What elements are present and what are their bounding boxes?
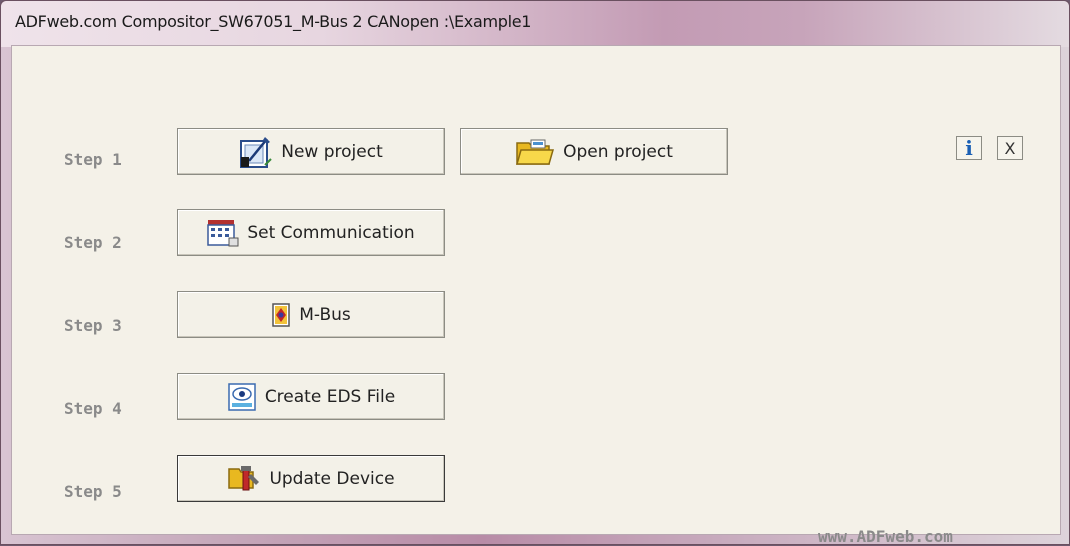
new-project-button[interactable]: New project [177,128,445,175]
info-button[interactable]: i [956,136,982,160]
step-2-label: Step 2 [64,233,122,252]
close-icon: X [1004,138,1016,158]
eds-file-icon [227,382,257,412]
new-project-label: New project [281,141,383,162]
step-5-label: Step 5 [64,482,122,501]
website-url: www.ADFweb.com [818,527,953,546]
create-eds-label: Create EDS File [264,386,396,407]
new-project-icon [239,135,273,169]
communication-icon [207,218,239,248]
open-project-button[interactable]: Open project [460,128,728,175]
mbus-label: M-Bus [299,304,351,325]
title-bar[interactable]: ADFweb.com Compositor_SW67051_M-Bus 2 CA… [1,1,1069,47]
update-device-button[interactable]: Update Device [177,455,445,502]
update-device-icon [227,464,261,494]
window-title: ADFweb.com Compositor_SW67051_M-Bus 2 CA… [15,12,532,31]
step-3-label: Step 3 [64,316,122,335]
close-button[interactable]: X [997,136,1023,160]
main-panel: i X Step 1 Step 2 Step 3 Step 4 Step 5 N… [11,45,1061,546]
info-icon: i [965,136,973,160]
app-window: ADFweb.com Compositor_SW67051_M-Bus 2 CA… [0,0,1070,546]
create-eds-button[interactable]: Create EDS File [177,373,445,420]
step-1-label: Step 1 [64,150,122,169]
mbus-button[interactable]: M-Bus [177,291,445,338]
folder-icon [515,137,555,167]
mbus-icon [271,302,291,327]
step-4-label: Step 4 [64,399,122,418]
set-communication-label: Set Communication [247,222,415,243]
update-device-label: Update Device [269,468,395,489]
set-communication-button[interactable]: Set Communication [177,209,445,256]
open-project-label: Open project [563,141,673,162]
